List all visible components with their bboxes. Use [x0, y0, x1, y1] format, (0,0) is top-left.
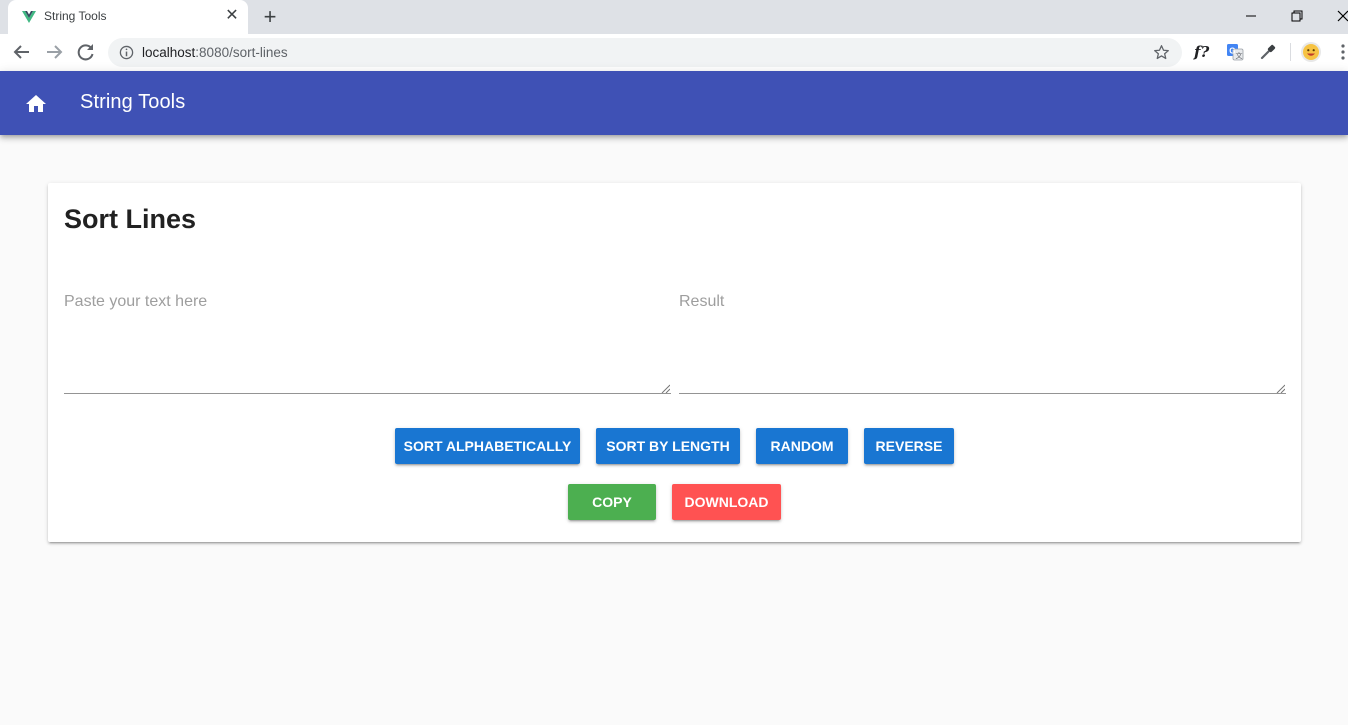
address-bar[interactable]: localhost:8080/sort-lines: [108, 38, 1182, 67]
tab-title: String Tools: [44, 9, 107, 23]
vue-logo-icon: [22, 11, 36, 23]
copy-button[interactable]: COPY: [568, 484, 656, 520]
resize-grip-icon[interactable]: [661, 384, 670, 393]
browser-menu-icon[interactable]: [1338, 43, 1348, 61]
reverse-button[interactable]: REVERSE: [864, 428, 954, 464]
download-button[interactable]: DOWNLOAD: [672, 484, 781, 520]
input-field: [64, 283, 671, 395]
sort-by-length-button[interactable]: SORT BY LENGTH: [596, 428, 740, 464]
app-toolbar: String Tools: [0, 71, 1348, 135]
minimize-icon[interactable]: [1241, 6, 1261, 26]
svg-text:文: 文: [1236, 51, 1243, 60]
extension-function-icon[interactable]: f?: [1194, 43, 1212, 61]
sort-alphabetically-button[interactable]: SORT ALPHABETICALLY: [395, 428, 580, 464]
profile-avatar-icon[interactable]: [1301, 42, 1321, 62]
forward-arrow-icon[interactable]: [44, 42, 64, 62]
url-host: localhost: [142, 45, 196, 60]
window-close-icon[interactable]: [1333, 6, 1348, 26]
random-button[interactable]: RANDOM: [756, 428, 848, 464]
restore-icon[interactable]: [1287, 6, 1307, 26]
toolbar-separator: [1290, 43, 1291, 61]
page-title: Sort Lines: [64, 204, 197, 234]
bookmark-star-icon[interactable]: [1153, 44, 1170, 61]
translate-icon[interactable]: G 文: [1226, 43, 1244, 61]
input-textarea[interactable]: [64, 283, 671, 394]
browser-toolbar: localhost:8080/sort-lines f? G 文: [0, 34, 1348, 71]
sort-lines-card: Sort Lines SORT ALPHABETICALLY SORT BY L…: [48, 183, 1301, 542]
browser-tabstrip: String Tools ✕ +: [0, 0, 1348, 34]
result-field: [679, 283, 1286, 395]
new-tab-icon[interactable]: +: [259, 6, 281, 28]
url-path: :8080/sort-lines: [195, 45, 288, 60]
eyedropper-icon[interactable]: [1259, 43, 1277, 61]
reload-icon[interactable]: [76, 42, 96, 62]
tab-close-icon[interactable]: ✕: [224, 8, 240, 24]
app-title[interactable]: String Tools: [80, 91, 185, 114]
home-icon[interactable]: [24, 92, 48, 116]
resize-grip-icon[interactable]: [1276, 384, 1285, 393]
result-textarea[interactable]: [679, 283, 1286, 394]
browser-tab[interactable]: String Tools ✕: [8, 0, 248, 34]
url-text[interactable]: localhost:8080/sort-lines: [142, 45, 288, 60]
svg-text:G: G: [1229, 47, 1235, 56]
back-arrow-icon[interactable]: [12, 42, 32, 62]
info-icon[interactable]: [119, 45, 134, 60]
